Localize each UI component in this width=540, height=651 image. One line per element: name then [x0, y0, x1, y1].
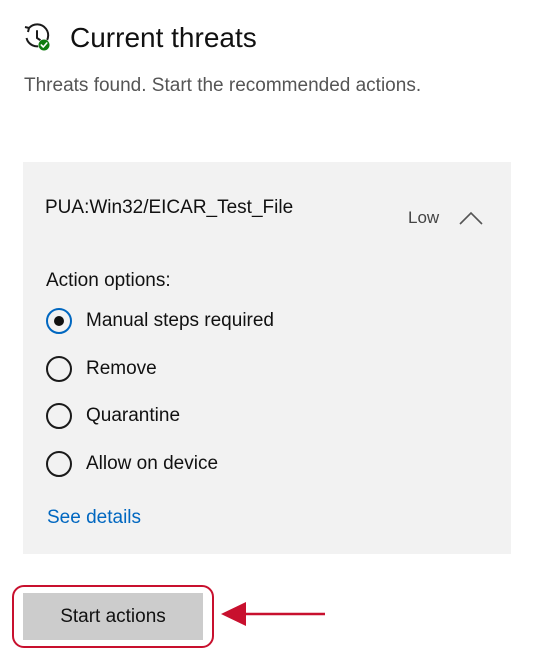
page-subtitle: Threats found. Start the recommended act…	[24, 75, 422, 96]
threat-name: PUA:Win32/EICAR_Test_File	[45, 197, 294, 218]
threat-card: PUA:Win32/EICAR_Test_File Low Action opt…	[23, 162, 511, 554]
virus-shield-clock-icon	[22, 22, 52, 52]
radio-label: Allow on device	[86, 453, 219, 474]
threat-expand-toggle[interactable]: Low	[408, 205, 483, 231]
radio-label: Remove	[86, 358, 157, 379]
radio-remove[interactable]: Remove	[46, 354, 157, 384]
start-actions-button[interactable]: Start actions	[23, 593, 203, 640]
radio-button[interactable]	[46, 451, 72, 477]
action-options-label: Action options:	[46, 270, 171, 291]
annotation-arrow-icon	[219, 600, 327, 628]
radio-label: Manual steps required	[86, 310, 274, 331]
radio-button[interactable]	[46, 356, 72, 382]
severity-label: Low	[408, 208, 440, 227]
page-title: Current threats	[70, 22, 257, 53]
radio-manual-steps-required[interactable]: Manual steps required	[46, 306, 274, 336]
chevron-up-icon	[459, 211, 483, 225]
see-details-link[interactable]: See details	[47, 506, 141, 530]
radio-button-selected[interactable]	[46, 308, 72, 334]
radio-label: Quarantine	[86, 405, 181, 426]
radio-button[interactable]	[46, 403, 72, 429]
radio-quarantine[interactable]: Quarantine	[46, 401, 180, 431]
radio-allow-on-device[interactable]: Allow on device	[46, 449, 218, 479]
